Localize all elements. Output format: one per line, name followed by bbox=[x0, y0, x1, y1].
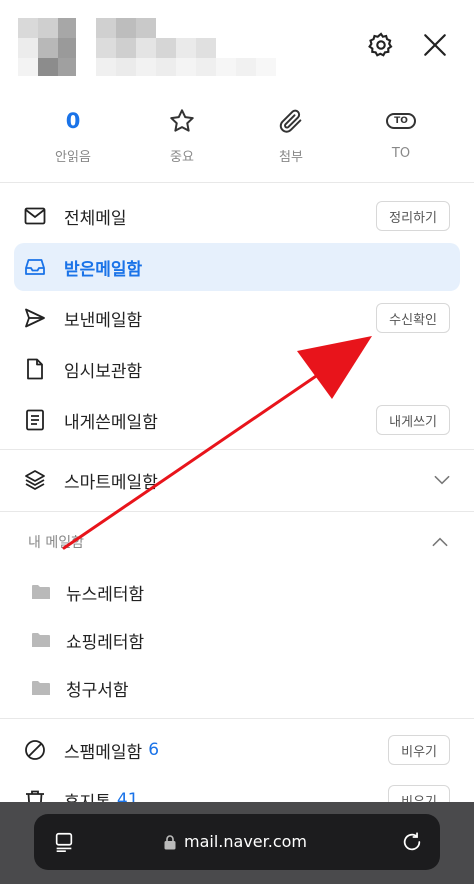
quick-filter-bar: 0 안읽음 중요 첨부 TO TO bbox=[0, 100, 474, 180]
unread-count: 0 bbox=[65, 109, 81, 133]
folder-smart[interactable]: 스마트메일함 bbox=[14, 456, 460, 504]
folder-shopping[interactable]: 쇼핑레터함 bbox=[14, 616, 460, 664]
paperclip-icon bbox=[279, 109, 302, 133]
folder-label: 내게쓴메일함 bbox=[64, 412, 158, 433]
folder-label: 전체메일 bbox=[64, 208, 127, 229]
divider bbox=[0, 718, 474, 719]
folder-label: 스팸메일함 bbox=[64, 742, 143, 763]
browser-toolbar: mail.naver.com bbox=[0, 802, 474, 884]
folder-icon bbox=[28, 627, 54, 653]
url-text: mail.naver.com bbox=[184, 832, 307, 851]
folder-spam[interactable]: 스팸메일함 6 비우기 bbox=[14, 726, 460, 774]
chevron-up-icon[interactable] bbox=[430, 532, 450, 556]
address-bar[interactable]: mail.naver.com bbox=[34, 814, 440, 870]
inbox-icon bbox=[22, 254, 48, 280]
envelope-icon bbox=[22, 203, 48, 229]
folder-icon bbox=[28, 579, 54, 605]
read-receipt-button[interactable]: 수신확인 bbox=[376, 303, 450, 333]
folder-label: 쇼핑레터함 bbox=[66, 632, 145, 653]
folder-label: 뉴스레터함 bbox=[66, 584, 145, 605]
organize-button[interactable]: 정리하기 bbox=[376, 201, 450, 231]
folder-drafts[interactable]: 임시보관함 bbox=[14, 345, 460, 393]
profile-header bbox=[0, 0, 474, 95]
folder-bills[interactable]: 청구서함 bbox=[14, 664, 460, 712]
folder-all-mail[interactable]: 전체메일 정리하기 bbox=[14, 192, 460, 240]
layers-icon bbox=[22, 467, 48, 493]
chevron-down-icon[interactable] bbox=[432, 470, 452, 494]
gear-icon[interactable] bbox=[364, 28, 398, 62]
folder-newsletter[interactable]: 뉴스레터함 bbox=[14, 568, 460, 616]
spam-count: 6 bbox=[148, 740, 160, 760]
document-icon bbox=[22, 356, 48, 382]
block-icon bbox=[22, 737, 48, 763]
unread-filter[interactable]: 0 안읽음 bbox=[18, 100, 128, 180]
folder-inbox[interactable]: 받은메일함 bbox=[14, 243, 460, 291]
write-to-self-button[interactable]: 내게쓰기 bbox=[376, 405, 450, 435]
to-filter[interactable]: TO TO bbox=[346, 100, 456, 180]
user-name-blurred bbox=[96, 18, 286, 76]
star-icon bbox=[170, 109, 194, 132]
folder-label: 보낸메일함 bbox=[64, 310, 143, 331]
folder-label: 받은메일함 bbox=[64, 259, 143, 280]
avatar[interactable] bbox=[18, 18, 76, 76]
to-badge-icon: TO bbox=[386, 113, 416, 129]
folder-label: 스마트메일함 bbox=[64, 472, 158, 493]
divider bbox=[0, 511, 474, 512]
starred-filter[interactable]: 중요 bbox=[127, 100, 237, 180]
empty-spam-button[interactable]: 비우기 bbox=[388, 735, 450, 765]
to-label: TO bbox=[391, 146, 411, 161]
reload-icon[interactable] bbox=[400, 830, 424, 854]
close-icon[interactable] bbox=[418, 28, 452, 62]
attachment-label: 첨부 bbox=[279, 150, 303, 165]
folder-to-self[interactable]: 내게쓴메일함 내게쓰기 bbox=[14, 396, 460, 444]
folder-sent[interactable]: 보낸메일함 수신확인 bbox=[14, 294, 460, 342]
folder-icon bbox=[28, 675, 54, 701]
folder-label: 청구서함 bbox=[66, 680, 129, 701]
note-icon bbox=[22, 407, 48, 433]
lock-icon bbox=[162, 830, 178, 854]
send-icon bbox=[22, 305, 48, 331]
divider bbox=[0, 449, 474, 450]
attachment-filter[interactable]: 첨부 bbox=[236, 100, 346, 180]
starred-label: 중요 bbox=[170, 150, 194, 165]
divider bbox=[0, 182, 474, 183]
my-mailbox-section-label: 내 메일함 bbox=[28, 535, 84, 551]
unread-label: 안읽음 bbox=[55, 150, 91, 165]
folder-label: 임시보관함 bbox=[64, 361, 143, 382]
reader-icon[interactable] bbox=[52, 830, 76, 854]
